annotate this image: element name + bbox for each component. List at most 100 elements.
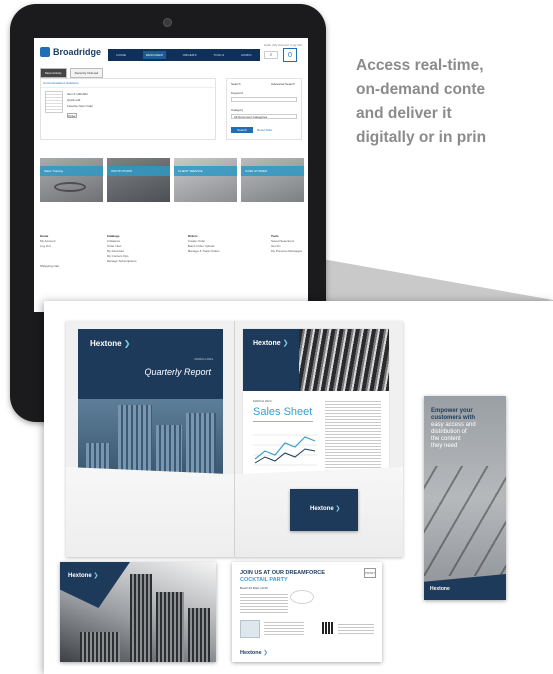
footer-link[interactable]: Create Order — [188, 239, 206, 243]
reset-filter-link[interactable]: Reset Filter — [257, 128, 272, 132]
tile-caption: INSTITUTIONS — [107, 166, 170, 176]
footer-link[interactable]: Manage Subscriptions — [107, 259, 137, 263]
brand-logo: Hextone ❯ — [310, 505, 340, 512]
title-rule — [253, 421, 313, 422]
nav-orders[interactable]: ORDERS — [183, 53, 197, 57]
brand-logo[interactable]: Broadridge — [40, 47, 101, 57]
footer-col-orders: Orders Create Order Batch Order Upload M… — [188, 234, 220, 264]
item-quick-edit[interactable]: Quick edit — [67, 98, 80, 102]
item-options[interactable]: Favorite New Order — [67, 104, 93, 108]
banner-text: Empower your customers with easy access … — [431, 408, 491, 450]
crowd-photo — [299, 329, 389, 391]
footer-heading[interactable]: Orders — [188, 234, 198, 238]
banner-line: Empower your — [431, 408, 473, 414]
footer-link[interactable]: Batch Order Upload — [188, 244, 215, 248]
building-postcard: Hextone ❯ — [60, 562, 216, 662]
footer-col-catalogs: Catalogs Collateral Order Now My Favorit… — [107, 234, 137, 264]
tile-sales-training[interactable]: Sales Training — [40, 158, 103, 202]
event-date: Booth #4 Main 10:30 — [240, 586, 268, 590]
folder-pocket-left — [66, 467, 234, 557]
tile-caption: Sales Training — [40, 166, 103, 176]
line-chart-icon — [253, 434, 317, 466]
tower-shape — [80, 632, 120, 662]
mailing-address-block — [338, 622, 374, 636]
footer-heading[interactable]: Catalogs — [107, 234, 120, 238]
tablet-screen: Hello | My Account | Log Out Broadridge … — [34, 38, 308, 312]
brand-name: Hextone — [68, 573, 92, 579]
items-panel: Communications Solutions Item # 1001922 … — [40, 78, 216, 140]
search-panel: Search Advanced Search Keyword Category … — [226, 78, 302, 140]
advanced-search-toggle[interactable]: Advanced Search — [271, 82, 295, 86]
footer-col-home: Home My Account Log Out — [40, 234, 56, 264]
cloud-icon — [290, 590, 314, 604]
keyword-input[interactable] — [231, 97, 297, 102]
address-block — [264, 620, 304, 636]
body-text-block — [240, 592, 288, 614]
search-label: Search — [231, 82, 241, 86]
search-icon[interactable]: ⌕ — [264, 51, 278, 59]
category-select[interactable]: All Document Categories — [231, 114, 297, 119]
brand-name: Hextone — [253, 340, 281, 347]
item-thumbnail[interactable] — [45, 91, 63, 113]
banner-line: distribution of — [431, 429, 467, 435]
brand-mark-icon: ❯ — [263, 650, 268, 656]
footer-link[interactable]: My Previous Messages — [271, 249, 302, 253]
order-button[interactable]: Order — [67, 113, 77, 118]
footer-link[interactable]: Saved Selections — [271, 239, 294, 243]
nav-designer[interactable]: DESIGNER — [142, 51, 166, 59]
nav-home[interactable]: HOME — [116, 53, 126, 57]
map-thumbnail — [240, 620, 260, 638]
headline-line: digitally or in prin — [356, 129, 487, 146]
banner-line: they need — [431, 443, 458, 449]
quarterly-report-cover: Hextone ❯ MARCH 2024 Quarterly Report — [78, 329, 223, 491]
brand-name: Hextone — [90, 339, 122, 348]
nav-admin[interactable]: ADMIN — [241, 53, 252, 57]
brand-name: Hextone — [240, 650, 262, 656]
footer-link[interactable]: My Content Ops — [107, 254, 129, 258]
report-date: MARCH 2024 — [194, 357, 213, 361]
headline: Access real-time, on-demand conte and de… — [356, 54, 553, 150]
footer-heading[interactable]: Tools — [271, 234, 279, 238]
main-nav: HOME DESIGNER ORDERS TOOLS ADMIN — [108, 49, 260, 61]
brand-logo: Hextone — [430, 586, 450, 592]
category-label: Category — [231, 108, 244, 112]
footer-link[interactable]: My Favorites — [107, 249, 124, 253]
brand-logo: Hextone ❯ — [68, 572, 98, 579]
brand-logo: Hextone ❯ — [240, 650, 268, 656]
headline-line: Access real-time, — [356, 57, 484, 74]
tile-caption: CLIENT SERVICE — [174, 166, 237, 176]
invite-heading: JOIN US AT OUR DREAMFORCE COCKTAIL PARTY — [240, 570, 325, 584]
invite-line: JOIN US AT OUR DREAMFORCE — [240, 570, 325, 576]
panel-heading: Communications Solutions — [41, 79, 215, 88]
search-button[interactable]: Search — [231, 127, 253, 133]
cart-icon[interactable]: 0 — [283, 48, 297, 62]
item-number[interactable]: Item # 1001922 — [67, 92, 88, 96]
tile-institutions[interactable]: INSTITUTIONS — [107, 158, 170, 202]
footer-link[interactable]: Manage & Track Orders — [188, 249, 220, 253]
footer-heading[interactable]: Home — [40, 234, 48, 238]
tile-case-studies[interactable]: CASE STUDIES — [241, 158, 304, 202]
tower-shape — [130, 574, 152, 662]
activity-tabs: Most Activity Recently Ordered — [40, 68, 106, 78]
banner-line: the content — [431, 436, 461, 442]
brand-mark-icon: ❯ — [123, 339, 131, 348]
footer-link[interactable]: Collateral — [107, 239, 120, 243]
footer-link[interactable]: My Account — [40, 239, 56, 243]
top-links[interactable]: Hello | My Account | Log Out — [264, 43, 302, 47]
shopping-cart-link[interactable]: Shopping Cart — [40, 264, 59, 268]
tab-recently-ordered[interactable]: Recently Ordered — [69, 68, 104, 78]
logo-icon — [40, 47, 50, 57]
event-postcard: JOIN US AT OUR DREAMFORCE COCKTAIL PARTY… — [232, 562, 382, 662]
footer-link[interactable]: Log Out — [40, 244, 51, 248]
nav-tools[interactable]: TOOLS — [213, 53, 224, 57]
pedestrians-photo — [424, 466, 506, 576]
qr-code-icon — [322, 622, 334, 634]
footer-link[interactable]: Order Now — [107, 244, 122, 248]
tile-client-service[interactable]: CLIENT SERVICE — [174, 158, 237, 202]
headline-line: on-demand conte — [356, 81, 486, 98]
banner-line: customers with — [431, 415, 476, 421]
tab-most-activity[interactable]: Most Activity — [40, 68, 67, 78]
brand-mark-icon: ❯ — [93, 573, 99, 579]
tower-shape — [188, 608, 210, 662]
footer-link[interactable]: Get Fix — [271, 244, 281, 248]
